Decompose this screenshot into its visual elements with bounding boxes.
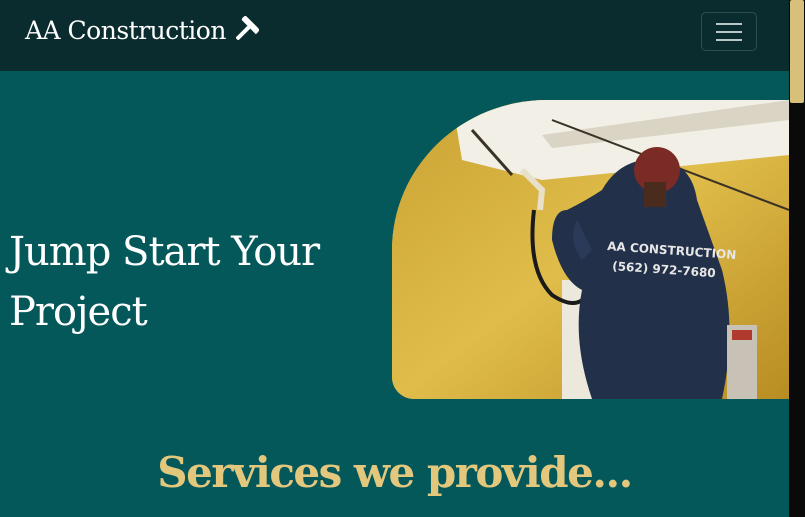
- hammer-icon: [235, 16, 260, 40]
- hero-title: Jump Start Your Project: [9, 222, 379, 342]
- hamburger-line: [716, 38, 742, 41]
- hamburger-line: [716, 30, 742, 33]
- page: AA Construction Jump Start Your Project: [0, 0, 789, 517]
- hamburger-menu-icon: [716, 22, 742, 25]
- hero-title-line2: Project: [9, 289, 148, 335]
- services-heading: Services we provide...: [157, 448, 633, 497]
- brand-name: AA Construction: [25, 15, 226, 45]
- navbar-toggler-button[interactable]: [701, 12, 757, 51]
- scrollbar-thumb[interactable]: [790, 0, 804, 103]
- navbar: AA Construction: [0, 0, 789, 71]
- brand-link[interactable]: AA Construction: [25, 12, 260, 48]
- page-scrollbar[interactable]: [789, 0, 805, 517]
- hero-image-painter: AA CONSTRUCTION (562) 972-7680: [392, 100, 789, 399]
- hero-title-line1: Jump Start Your: [9, 229, 320, 275]
